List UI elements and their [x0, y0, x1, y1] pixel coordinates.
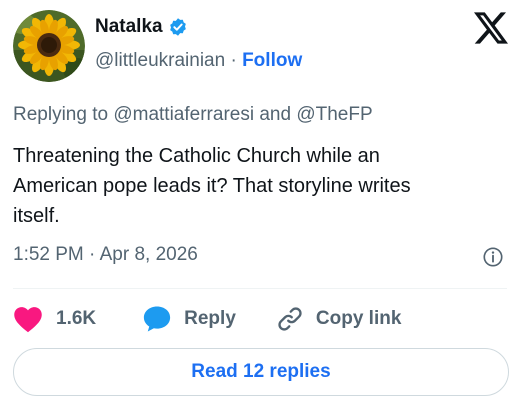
replying-to-label: Replying to	[13, 104, 109, 125]
author-handle-row: @littleukrainian · Follow	[95, 50, 302, 72]
copy-link-button[interactable]: Copy link	[276, 305, 402, 333]
mention-link[interactable]: @mattiaferraresi	[113, 104, 254, 125]
avatar[interactable]	[13, 10, 85, 82]
handle-separator: ·	[230, 50, 237, 71]
author-name[interactable]: Natalka	[95, 16, 163, 38]
tweet-timestamp[interactable]: 1:52 PM · Apr 8, 2026	[13, 244, 198, 266]
author-handle[interactable]: @littleukrainian	[95, 50, 225, 71]
copy-link-label: Copy link	[315, 308, 402, 329]
read-replies-button[interactable]: Read 12 replies	[13, 348, 509, 396]
follow-button[interactable]: Follow	[242, 50, 302, 71]
like-button[interactable]: 1.6K	[13, 305, 96, 333]
tweet-text: Threatening the Catholic Church while an…	[13, 145, 411, 227]
like-count: 1.6K	[56, 308, 97, 329]
mention-link[interactable]: @TheFP	[296, 104, 372, 125]
info-icon[interactable]	[482, 246, 504, 268]
heart-icon	[14, 307, 42, 333]
replying-to-conjunction: and	[259, 104, 292, 125]
divider	[13, 288, 507, 289]
replying-to-context: Replying to @mattiaferraresi and @TheFP	[13, 104, 373, 126]
speech-bubble-icon	[144, 306, 171, 332]
reply-label: Reply	[184, 308, 236, 329]
link-icon	[278, 307, 302, 331]
reply-button[interactable]: Reply	[142, 305, 236, 333]
author-name-row: Natalka	[95, 16, 188, 38]
x-logo-icon[interactable]	[474, 12, 508, 44]
verified-badge-icon[interactable]	[168, 17, 188, 37]
tweet-actions: 1.6K Reply Copy link	[13, 303, 401, 335]
